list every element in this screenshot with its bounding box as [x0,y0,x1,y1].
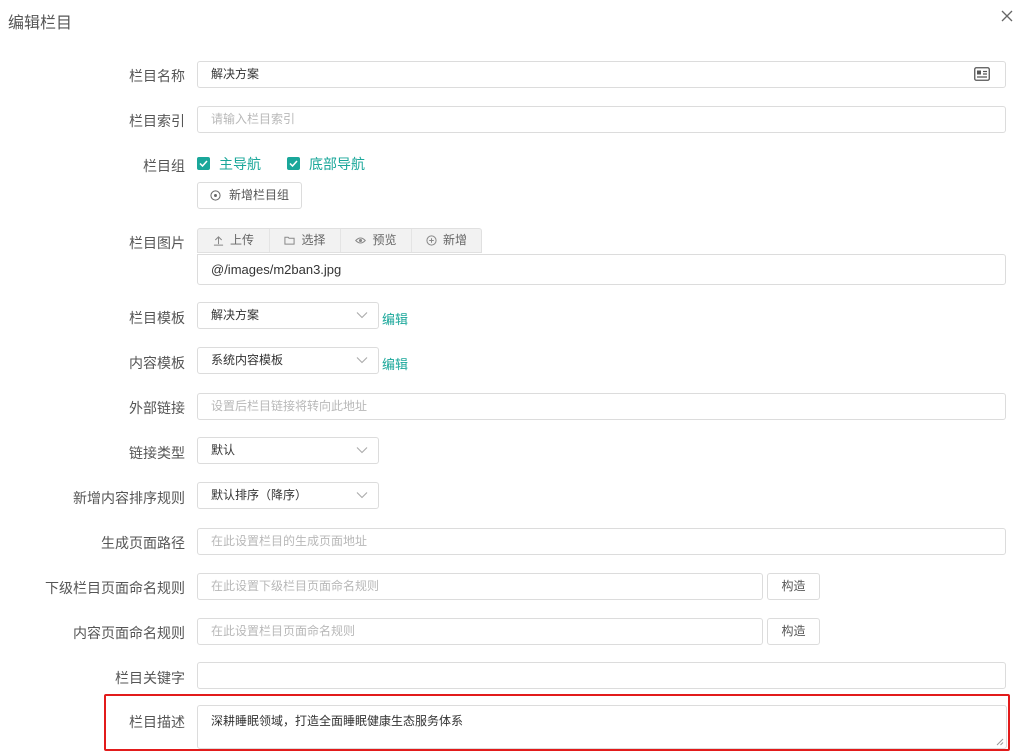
group-label: 栏目组 [143,158,185,174]
new-button[interactable]: 新增 [412,229,481,252]
close-icon[interactable] [999,8,1015,24]
chevron-down-icon [356,311,368,319]
content-naming-placeholder: 在此设置栏目页面命名规则 [211,624,356,638]
keywords-input[interactable] [197,662,1006,689]
resize-handle-icon[interactable] [996,738,1004,746]
link-type-label: 链接类型 [129,445,185,461]
name-label: 栏目名称 [129,68,185,84]
template-select[interactable]: 解决方案 [197,302,379,329]
content-template-value: 系统内容模板 [211,353,284,367]
select-button[interactable]: 选择 [270,229,341,252]
sub-naming-input[interactable]: 在此设置下级栏目页面命名规则 [197,573,763,600]
folder-icon [284,236,296,245]
content-naming-label: 内容页面命名规则 [73,625,185,641]
image-path-input[interactable]: @/images/m2ban3.jpg [197,254,1006,285]
template-label: 栏目模板 [129,310,185,326]
preview-button[interactable]: 预览 [341,229,412,252]
index-placeholder: 请输入栏目索引 [211,112,296,126]
sub-naming-label: 下级栏目页面命名规则 [45,580,185,596]
content-naming-input[interactable]: 在此设置栏目页面命名规则 [197,618,763,645]
content-template-label: 内容模板 [129,355,185,371]
add-group-label: 新增栏目组 [228,188,289,202]
chevron-down-icon [356,491,368,499]
checkbox-label: 底部导航 [309,155,365,172]
checkbox-label: 主导航 [219,155,261,172]
link-type-select[interactable]: 默认 [197,437,379,464]
keywords-label: 栏目关键字 [115,670,185,686]
image-label: 栏目图片 [129,235,185,251]
chevron-down-icon [356,356,368,364]
page-path-placeholder: 在此设置栏目的生成页面地址 [211,534,368,548]
page-path-label: 生成页面路径 [101,535,185,551]
content-template-edit-link[interactable]: 编辑 [382,354,408,373]
image-path-value: @/images/m2ban3.jpg [211,262,342,277]
sub-naming-placeholder: 在此设置下级栏目页面命名规则 [211,579,380,593]
content-template-select[interactable]: 系统内容模板 [197,347,379,374]
sub-naming-construct-button[interactable]: 构造 [767,573,820,600]
template-value: 解决方案 [211,308,260,322]
description-textarea[interactable]: 深耕睡眠领域，打造全面睡眠健康生态服务体系 [197,705,1007,749]
external-link-input[interactable]: 设置后栏目链接将转向此地址 [197,393,1006,420]
sort-rule-value: 默认排序（降序） [211,488,308,502]
plus-circle-icon [426,235,437,246]
image-toolbar: 上传 选择 预览 新增 [197,228,482,253]
template-edit-link[interactable]: 编辑 [382,309,408,328]
description-label: 栏目描述 [129,714,185,730]
plus-circle-icon [210,190,221,201]
checkbox-main-nav[interactable]: 主导航 [197,155,261,172]
name-input[interactable]: 解决方案 [197,61,1006,88]
description-value: 深耕睡眠领域，打造全面睡眠健康生态服务体系 [211,714,464,728]
upload-button[interactable]: 上传 [198,229,270,252]
name-value: 解决方案 [211,67,260,81]
external-link-label: 外部链接 [129,400,185,416]
dialog-title: 编辑栏目 [8,15,73,32]
index-label: 栏目索引 [129,113,185,129]
eye-icon [355,237,367,244]
checkbox-checked-icon [197,157,210,170]
checkbox-footer-nav[interactable]: 底部导航 [287,155,365,172]
content-naming-construct-button[interactable]: 构造 [767,618,820,645]
checkbox-checked-icon [287,157,300,170]
link-type-value: 默认 [211,443,236,457]
sort-rule-select[interactable]: 默认排序（降序） [197,482,379,509]
index-input[interactable]: 请输入栏目索引 [197,106,1006,133]
card-icon[interactable] [974,67,990,81]
page-path-input[interactable]: 在此设置栏目的生成页面地址 [197,528,1006,555]
external-link-placeholder: 设置后栏目链接将转向此地址 [211,399,368,413]
chevron-down-icon [356,446,368,454]
upload-icon [213,236,224,246]
sort-rule-label: 新增内容排序规则 [73,490,185,506]
add-group-button[interactable]: 新增栏目组 [197,182,302,209]
